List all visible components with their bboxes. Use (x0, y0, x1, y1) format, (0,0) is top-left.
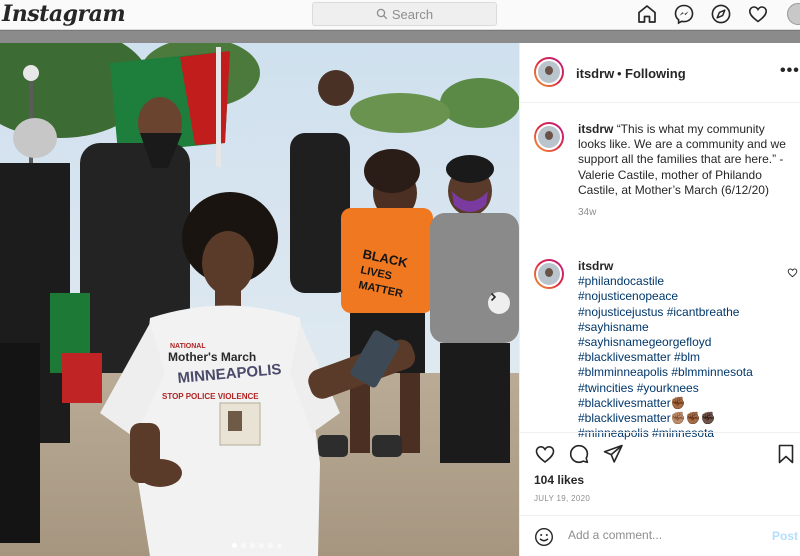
emoji-smiley-icon[interactable] (534, 527, 554, 547)
profile-avatar[interactable] (787, 3, 800, 25)
caption-timestamp[interactable]: 34w (578, 207, 796, 218)
save-bookmark-icon[interactable] (775, 443, 797, 465)
caption-body: itsdrw “This is what my community looks … (578, 122, 796, 198)
more-options-button[interactable]: ••• (780, 62, 800, 80)
likes-count[interactable]: 104 likes (534, 473, 584, 487)
explore-icon[interactable] (710, 3, 732, 25)
like-heart-icon[interactable] (534, 443, 556, 465)
hashtag-comment-avatar[interactable] (534, 259, 564, 289)
carousel-dot (232, 543, 237, 548)
caption-username[interactable]: itsdrw (578, 122, 613, 136)
home-icon[interactable] (636, 3, 658, 25)
post-modal: NATIONAL Mother's March MINNEAPOLIS STOP… (0, 43, 800, 556)
messenger-icon[interactable] (673, 3, 695, 25)
hashtag-line[interactable]: #philandocastile (578, 274, 796, 289)
hashtag-line[interactable]: #nojusticejustus #icantbreathe (578, 305, 796, 320)
activity-heart-icon[interactable] (747, 3, 769, 25)
hashtag-line[interactable]: #blacklivesmatter #blm (578, 350, 796, 365)
hashtag-line[interactable]: #nojusticenopeace (578, 289, 796, 304)
hashtag-line[interactable]: #blacklivesmatter✊🏽✊🏾✊🏿 (578, 411, 796, 426)
comment-like-heart-icon[interactable] (787, 267, 798, 278)
post-photo[interactable]: NATIONAL Mother's March MINNEAPOLIS STOP… (0, 43, 519, 556)
post-comment-button[interactable]: Post (772, 529, 798, 543)
shirt-text-national: NATIONAL (170, 343, 206, 350)
search-placeholder: Search (391, 6, 434, 22)
search-bar[interactable]: Search (312, 2, 497, 26)
feed-backdrop (0, 31, 800, 43)
post-date[interactable]: JULY 19, 2020 (534, 494, 590, 503)
hashtag-comment-username[interactable]: itsdrw (578, 259, 613, 273)
author-username[interactable]: itsdrw (576, 66, 614, 81)
carousel-dot (259, 543, 264, 548)
comment-input[interactable] (568, 528, 758, 542)
chevron-right-icon (490, 292, 497, 302)
add-comment-bar: Post (520, 515, 800, 556)
carousel-next-button[interactable] (488, 292, 510, 314)
top-navbar: Instagram Search (0, 0, 800, 30)
search-icon (376, 8, 388, 20)
author-avatar[interactable] (534, 57, 564, 87)
caption-comment: itsdrw “This is what my community looks … (534, 122, 796, 218)
hashtag-comment-body: itsdrw #philandocastile #nojusticenopeac… (578, 259, 796, 441)
hashtag-line[interactable]: #blmminneapolis #blmminnesota (578, 365, 796, 380)
carousel-dot (241, 543, 246, 548)
photo-illustration: NATIONAL Mother's March MINNEAPOLIS STOP… (0, 43, 519, 556)
instagram-logo[interactable]: Instagram (2, 1, 126, 27)
shirt-text-mothers-march: Mother's March (168, 350, 256, 364)
carousel-dot (250, 543, 255, 548)
nav-icons (636, 3, 769, 25)
shirt-text-stop-police: STOP POLICE VIOLENCE (162, 392, 259, 401)
header-separator: • (617, 66, 622, 81)
carousel-dot (268, 543, 273, 548)
carousel-dots (232, 543, 282, 548)
carousel-dot (277, 543, 282, 548)
hashtag-line[interactable]: #twincities #yourknees (578, 381, 796, 396)
post-header: itsdrw • Following ••• (520, 43, 800, 103)
hashtag-line[interactable]: #sayhisnamegeorgefloyd (578, 335, 796, 350)
hashtag-line[interactable]: #blacklivesmatter✊🏾 (578, 396, 796, 411)
share-paper-plane-icon[interactable] (602, 443, 624, 465)
post-sidebar: itsdrw • Following ••• itsdrw “This is w… (519, 43, 800, 556)
comment-bubble-icon[interactable] (568, 443, 590, 465)
post-actions: 104 likes JULY 19, 2020 Post (520, 432, 800, 556)
hashtag-line[interactable]: #sayhisname (578, 320, 796, 335)
hashtag-comment: itsdrw #philandocastile #nojusticenopeac… (534, 259, 798, 441)
following-button[interactable]: Following (625, 66, 686, 81)
caption-avatar[interactable] (534, 122, 564, 152)
